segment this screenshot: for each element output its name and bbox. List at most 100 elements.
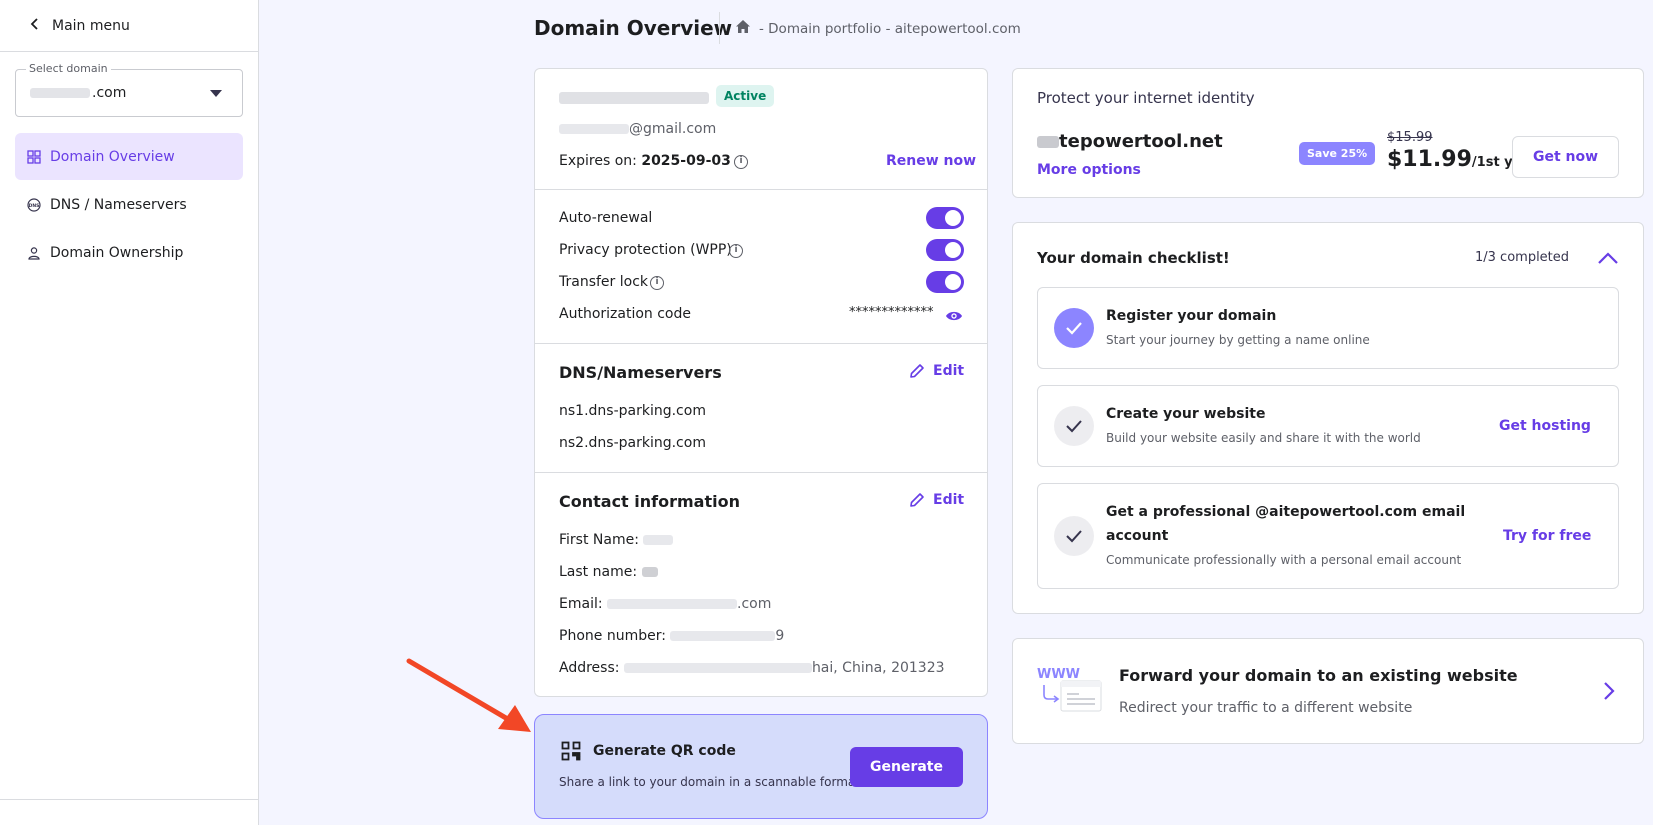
address-label: Address: bbox=[559, 660, 620, 676]
more-options-link[interactable]: More options bbox=[1037, 162, 1141, 178]
protect-identity-card: Protect your internet identity tepowerto… bbox=[1012, 68, 1644, 198]
header-divider bbox=[719, 12, 720, 44]
annotation-arrow-icon bbox=[406, 658, 531, 732]
settings-section bbox=[535, 189, 987, 190]
forward-subtitle: Redirect your traffic to a different web… bbox=[1119, 700, 1413, 716]
email-suffix: .com bbox=[737, 596, 772, 612]
old-price: $15.99 bbox=[1387, 130, 1433, 145]
dns-title: DNS/Nameservers bbox=[559, 363, 722, 382]
task-subtitle: Start your journey by getting a name onl… bbox=[1106, 333, 1370, 347]
redacted-text bbox=[670, 631, 776, 641]
home-icon[interactable] bbox=[735, 19, 751, 38]
info-icon[interactable]: i bbox=[729, 244, 743, 258]
sidebar: Main menu Select domain .com Domain Over… bbox=[0, 0, 259, 825]
sidebar-nav: Domain Overview DNS DNS / Nameservers Do… bbox=[15, 133, 243, 277]
save-badge: Save 25% bbox=[1299, 142, 1376, 165]
sidebar-item-label: Domain Ownership bbox=[50, 244, 184, 261]
sidebar-item-dns[interactable]: DNS DNS / Nameservers bbox=[15, 181, 243, 228]
forward-www-icon: WWW bbox=[1037, 667, 1107, 715]
redacted-text bbox=[607, 599, 738, 609]
qr-title: Generate QR code bbox=[593, 743, 736, 759]
qr-code-card: Generate QR code Share a link to your do… bbox=[534, 714, 988, 819]
transfer-lock-toggle[interactable] bbox=[926, 271, 964, 293]
redacted-text bbox=[30, 88, 90, 98]
contact-title: Contact information bbox=[559, 492, 740, 511]
first-name-row: First Name: bbox=[559, 532, 674, 548]
sidebar-item-domain-overview[interactable]: Domain Overview bbox=[15, 133, 243, 180]
caret-down-icon bbox=[210, 90, 222, 97]
checklist-title: Your domain checklist! bbox=[1037, 249, 1230, 267]
nameserver-2: ns2.dns-parking.com bbox=[559, 435, 706, 451]
sidebar-item-ownership[interactable]: Domain Ownership bbox=[15, 229, 243, 276]
pencil-icon bbox=[910, 493, 924, 507]
main-menu-label: Main menu bbox=[52, 17, 130, 34]
sidebar-bottom-divider bbox=[0, 799, 259, 800]
expires-label: Expires on: bbox=[559, 153, 637, 169]
redacted-text bbox=[559, 124, 629, 134]
domain-details-card: Active @gmail.com Expires on: 2025-09-03… bbox=[534, 68, 988, 697]
sidebar-item-label: Domain Overview bbox=[50, 148, 175, 165]
email-label: Email: bbox=[559, 596, 603, 612]
domain-name bbox=[559, 87, 709, 106]
nameserver-1: ns1.dns-parking.com bbox=[559, 403, 706, 419]
breadcrumb-text[interactable]: - Domain portfolio - aitepowertool.com bbox=[759, 21, 1021, 37]
owner-email: @gmail.com bbox=[559, 121, 716, 137]
domain-select[interactable]: Select domain .com bbox=[15, 62, 243, 117]
redacted-text bbox=[1037, 136, 1059, 148]
edit-label: Edit bbox=[933, 363, 965, 379]
info-icon[interactable]: i bbox=[734, 155, 748, 169]
privacy-toggle[interactable] bbox=[926, 239, 964, 261]
last-name-label: Last name: bbox=[559, 564, 638, 580]
phone-row: Phone number: 9 bbox=[559, 628, 784, 644]
check-pending-icon bbox=[1054, 516, 1094, 556]
suggested-domain-text: tepowertool.net bbox=[1059, 131, 1223, 152]
address-tail: hai, China, 201323 bbox=[811, 660, 945, 676]
info-icon[interactable]: i bbox=[650, 276, 664, 290]
expires-value: 2025-09-03 bbox=[641, 153, 731, 169]
protect-title: Protect your internet identity bbox=[1037, 89, 1255, 107]
price-row: $11.99/1st yr bbox=[1387, 147, 1519, 172]
forward-title: Forward your domain to an existing websi… bbox=[1119, 666, 1518, 685]
pencil-icon bbox=[910, 364, 924, 378]
task-title: Create your website bbox=[1106, 406, 1266, 422]
get-hosting-link[interactable]: Get hosting bbox=[1499, 418, 1591, 434]
forward-domain-card[interactable]: WWW Forward your domain to an existing w… bbox=[1012, 638, 1644, 744]
email-row: Email: .com bbox=[559, 596, 771, 612]
grid-icon bbox=[27, 149, 41, 164]
auto-renewal-label: Auto-renewal bbox=[559, 210, 653, 226]
redacted-text bbox=[623, 663, 812, 673]
first-name-label: First Name: bbox=[559, 532, 639, 548]
eye-icon[interactable] bbox=[945, 307, 963, 326]
get-now-button[interactable]: Get now bbox=[1512, 136, 1619, 178]
checklist-task: Get a professional @aitepowertool.com em… bbox=[1037, 483, 1619, 589]
checklist-task: Register your domain Start your journey … bbox=[1037, 287, 1619, 369]
task-title-line2: account bbox=[1106, 528, 1169, 544]
chevron-right-icon[interactable] bbox=[1603, 681, 1615, 705]
qr-code-icon bbox=[561, 741, 581, 765]
try-for-free-link[interactable]: Try for free bbox=[1503, 528, 1591, 544]
price: $11.99 bbox=[1387, 147, 1472, 172]
checklist-task: Create your website Build your website e… bbox=[1037, 385, 1619, 467]
person-icon bbox=[27, 246, 41, 260]
task-title: Get a professional @aitepowertool.com em… bbox=[1106, 504, 1466, 520]
dns-icon: DNS bbox=[27, 197, 41, 212]
domain-checklist-card: Your domain checklist! 1/3 completed Reg… bbox=[1012, 222, 1644, 614]
contact-section bbox=[535, 472, 987, 473]
dns-edit-button[interactable]: Edit bbox=[909, 363, 964, 379]
main-menu-link[interactable]: Main menu bbox=[0, 0, 258, 52]
domain-select-suffix: .com bbox=[92, 85, 127, 101]
generate-button[interactable]: Generate bbox=[850, 747, 963, 787]
chevron-up-icon[interactable] bbox=[1597, 250, 1619, 269]
task-subtitle: Build your website easily and share it w… bbox=[1106, 431, 1421, 445]
checklist-progress: 1/3 completed bbox=[1475, 250, 1570, 265]
contact-edit-button[interactable]: Edit bbox=[909, 492, 964, 508]
sidebar-item-label: DNS / Nameservers bbox=[50, 196, 187, 213]
dns-section bbox=[535, 343, 987, 344]
suggested-domain: tepowertool.net bbox=[1037, 131, 1223, 152]
check-done-icon bbox=[1054, 308, 1094, 348]
privacy-label: Privacy protection (WPP) bbox=[559, 242, 732, 258]
renew-now-link[interactable]: Renew now bbox=[886, 153, 976, 169]
edit-label: Edit bbox=[933, 492, 965, 508]
auto-renewal-toggle[interactable] bbox=[926, 207, 964, 229]
chevron-left-icon bbox=[30, 17, 40, 34]
